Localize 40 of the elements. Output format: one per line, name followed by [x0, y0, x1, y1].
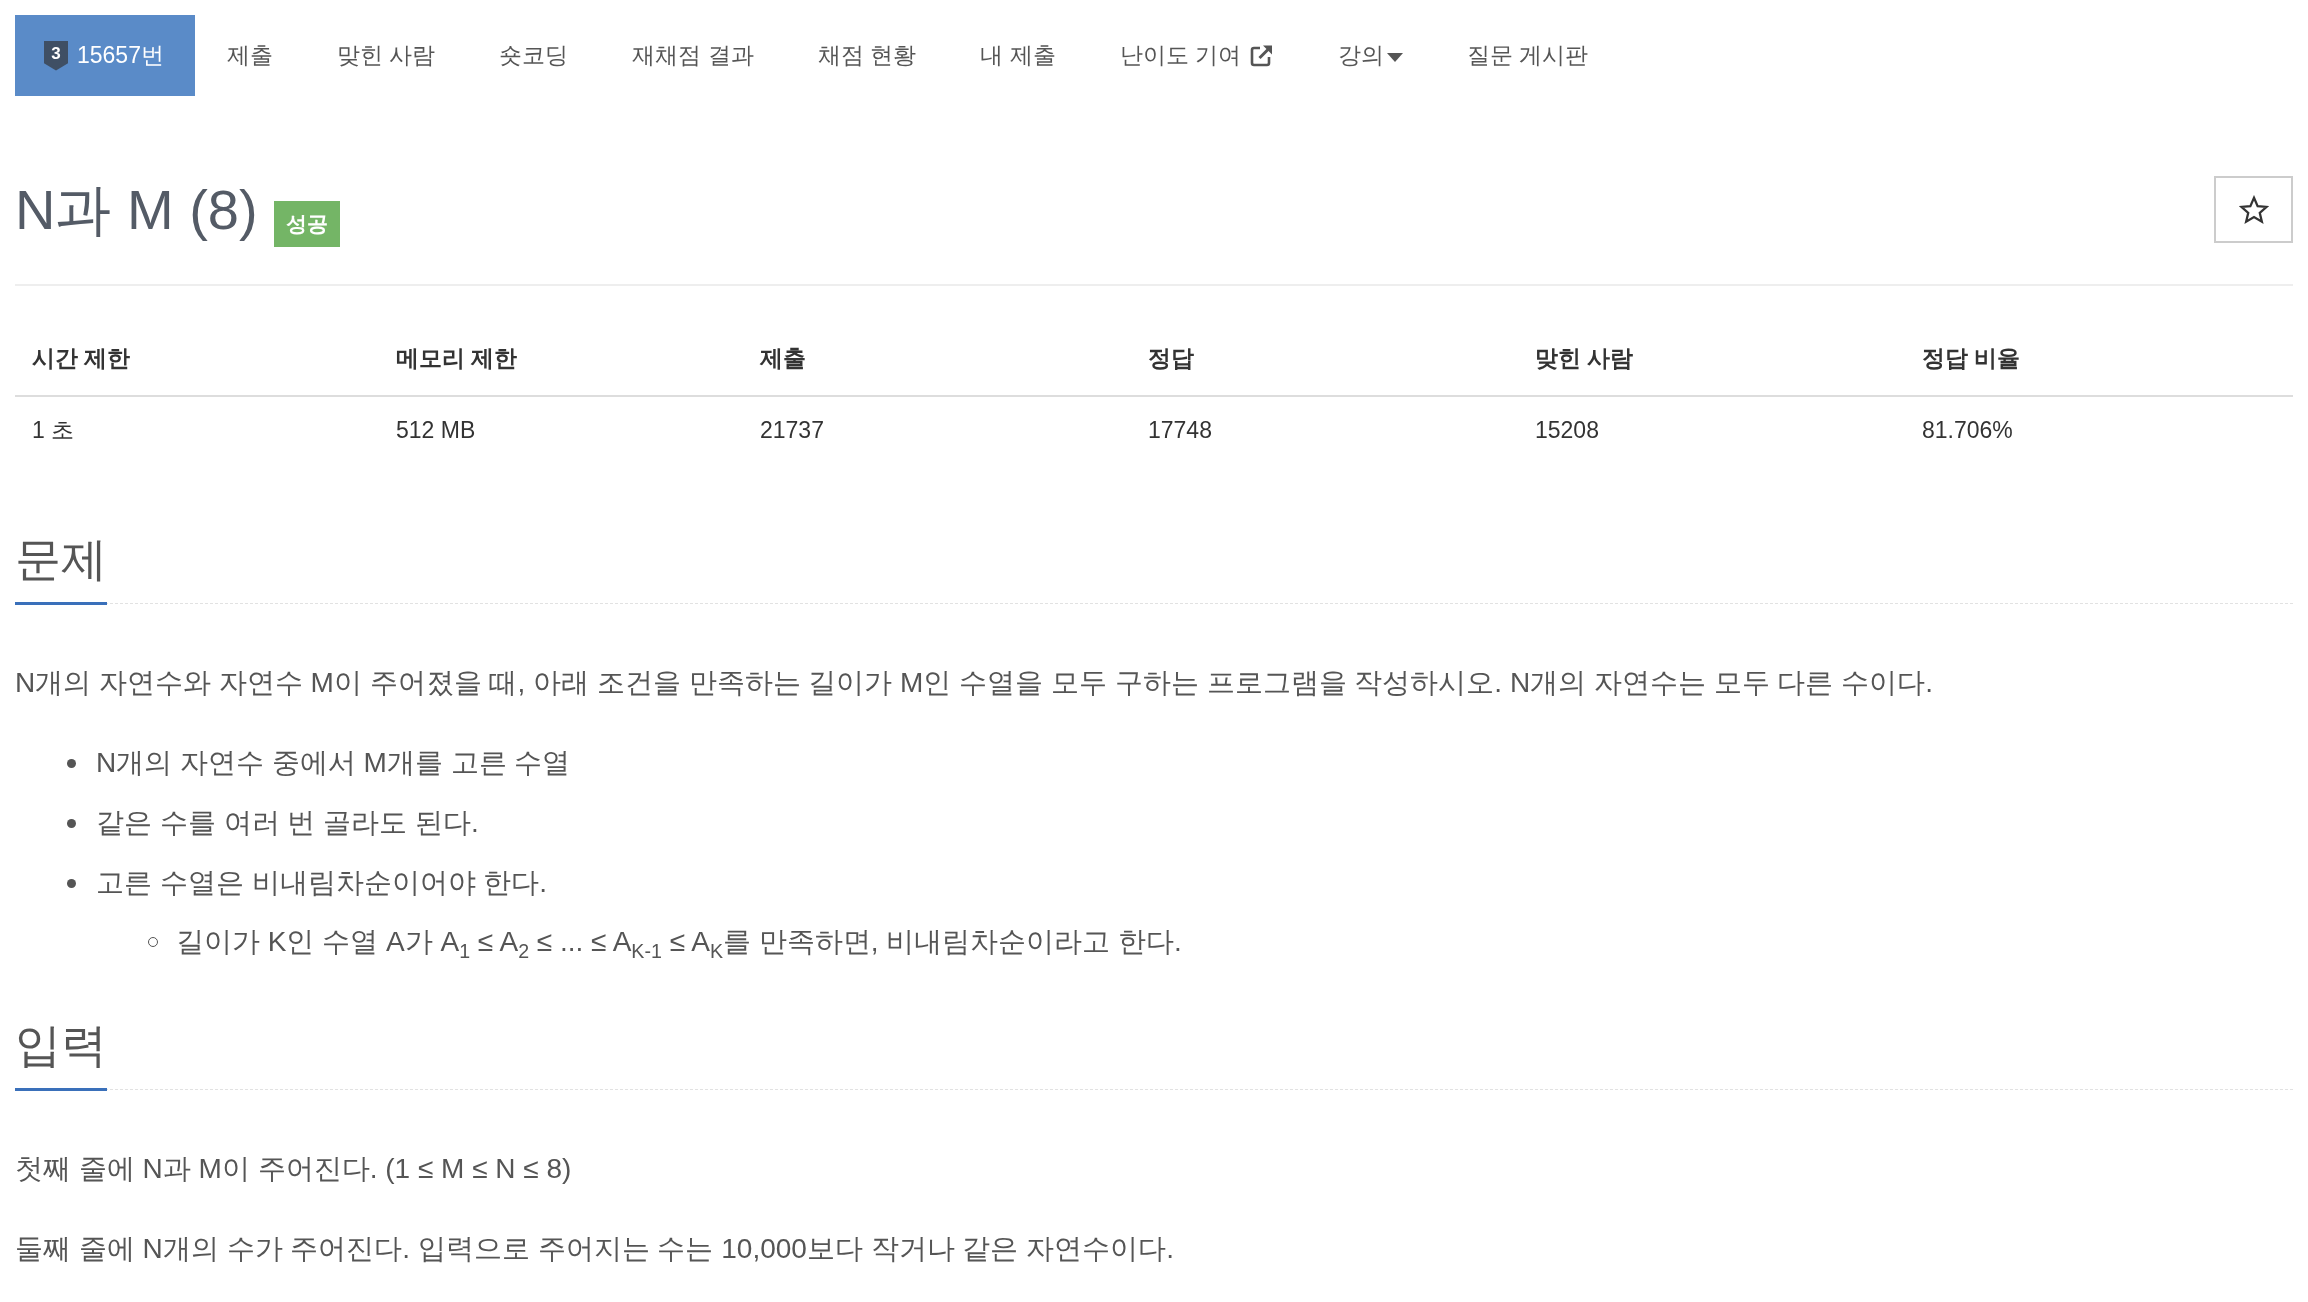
bullet-icon [67, 878, 76, 888]
table-cell-text: 81.706% [1921, 416, 2014, 445]
list-item: 고른 수열은 비내림차순이어야 한다. [96, 866, 548, 900]
table-cell-text: 17748 [1147, 416, 1213, 445]
column-header: 메모리 제한 [379, 335, 743, 397]
list-item: N개의 자연수 중에서 M개를 고른 수열 [96, 746, 571, 780]
list-item: 길이가 K인 수열 A가 A$_{1}$ ≤ A$_{2}$ ≤ ... ≤ A$_{K-1}$ ≤ A$_{K}$를 만족하면, 비내림차순이라고 한다. [176, 925, 1182, 964]
nav-tab[interactable]: 난이도 기여 [1087, 15, 1306, 96]
paragraph: 둘째 줄에 N개의 수가 주어진다. 입력으로 주어지는 수는 10,000보다 작거나 같은 자연수이다. [15, 1232, 1175, 1266]
column-header: 정답 비율 [1905, 335, 2293, 397]
nav-tab[interactable]: 재채점 결과 [600, 15, 786, 96]
list-item: 같은 수를 여러 번 골라도 된다. [96, 806, 479, 840]
table-cell-text: 15208 [1534, 416, 1600, 445]
nav-tab[interactable]: 강의 [1305, 15, 1435, 96]
paragraph: 첫째 줄에 N과 M이 주어진다. (1 ≤ M ≤ N ≤ 8) [15, 1152, 573, 1186]
section-heading: 입력 [15, 1015, 107, 1091]
paragraph: N개의 자연수와 자연수 M이 주어졌을 때, 아래 조건을 만족하는 길이가 M인 수열을 모두 구하는 프로그램을 작성하시오. N개의 자연수는 모두 다른 수이다. [15, 666, 1934, 700]
bullet-icon [67, 758, 76, 768]
nav-tab[interactable]: 질문 게시판 [1434, 15, 1621, 96]
problem-title: N과 M (8) [15, 177, 258, 243]
tier-badge: 3 [44, 40, 68, 71]
column-header: 제출 [743, 335, 1131, 397]
external-link-icon [1248, 44, 1274, 67]
column-header: 시간 제한 [15, 335, 379, 397]
column-header: 정답 [1131, 335, 1518, 397]
favorite-button[interactable] [2214, 176, 2293, 243]
nav-tab[interactable]: 내 제출 [948, 15, 1088, 96]
table-cell-text: 21737 [759, 416, 825, 445]
nav-tab[interactable]: 채점 현황 [785, 15, 949, 96]
column-header: 맞힌 사람 [1518, 335, 1905, 397]
bullet-icon [67, 818, 76, 828]
status-label: 성공 [273, 201, 340, 247]
nav-tab[interactable]: 맞힌 사람 [304, 15, 468, 96]
nav-tab[interactable]: 제출 [194, 15, 305, 96]
nav-tab[interactable]: 3 15657번 [15, 15, 195, 96]
caret-icon [1386, 53, 1403, 62]
table-cell-text: 1 초 [31, 416, 76, 445]
section-heading: 문제 [15, 529, 107, 605]
table-cell-text: 512 MB [395, 416, 477, 445]
nav-tab[interactable]: 숏코딩 [467, 15, 601, 96]
